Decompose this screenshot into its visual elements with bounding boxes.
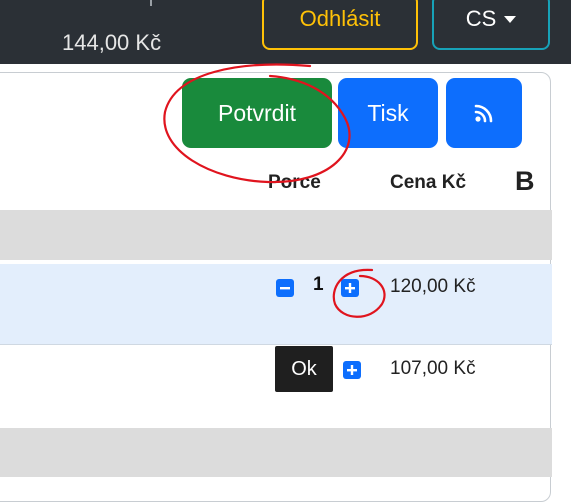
- language-dropdown[interactable]: CS: [432, 0, 550, 50]
- language-label: CS: [465, 5, 497, 31]
- account-balance: 144,00 Kč: [62, 30, 162, 55]
- chevron-down-icon: [504, 16, 517, 23]
- increment-button[interactable]: [341, 279, 359, 297]
- rss-button[interactable]: [446, 78, 522, 148]
- logout-label: Odhlásit: [299, 5, 381, 31]
- column-header-price[interactable]: Cena Kč: [390, 172, 466, 194]
- confirm-label: Potvrdit: [218, 99, 296, 126]
- category-row: [0, 428, 552, 477]
- rss-icon: [474, 104, 493, 123]
- increment-button[interactable]: [343, 361, 361, 379]
- category-row: [0, 210, 552, 260]
- plus-icon: [345, 283, 355, 293]
- column-header-portion[interactable]: Porce: [268, 172, 321, 194]
- minus-icon: [280, 287, 290, 290]
- decrement-button[interactable]: [276, 279, 294, 297]
- logout-button[interactable]: Odhlásit: [262, 0, 418, 50]
- status-badge: Ok: [275, 346, 333, 392]
- truncated-text-fragment: [150, 0, 158, 6]
- item-price: 120,00 Kč: [390, 276, 476, 297]
- confirm-button[interactable]: Potvrdit: [182, 78, 332, 148]
- print-button[interactable]: Tisk: [338, 78, 438, 148]
- print-label: Tisk: [367, 99, 409, 126]
- top-navbar: 144,00 Kč Odhlásit CS: [0, 0, 571, 64]
- item-price: 107,00 Kč: [390, 358, 476, 379]
- column-header-b[interactable]: B: [515, 166, 535, 197]
- status-label: Ok: [291, 357, 317, 380]
- portion-quantity: 1: [313, 274, 324, 295]
- plus-icon: [347, 365, 357, 375]
